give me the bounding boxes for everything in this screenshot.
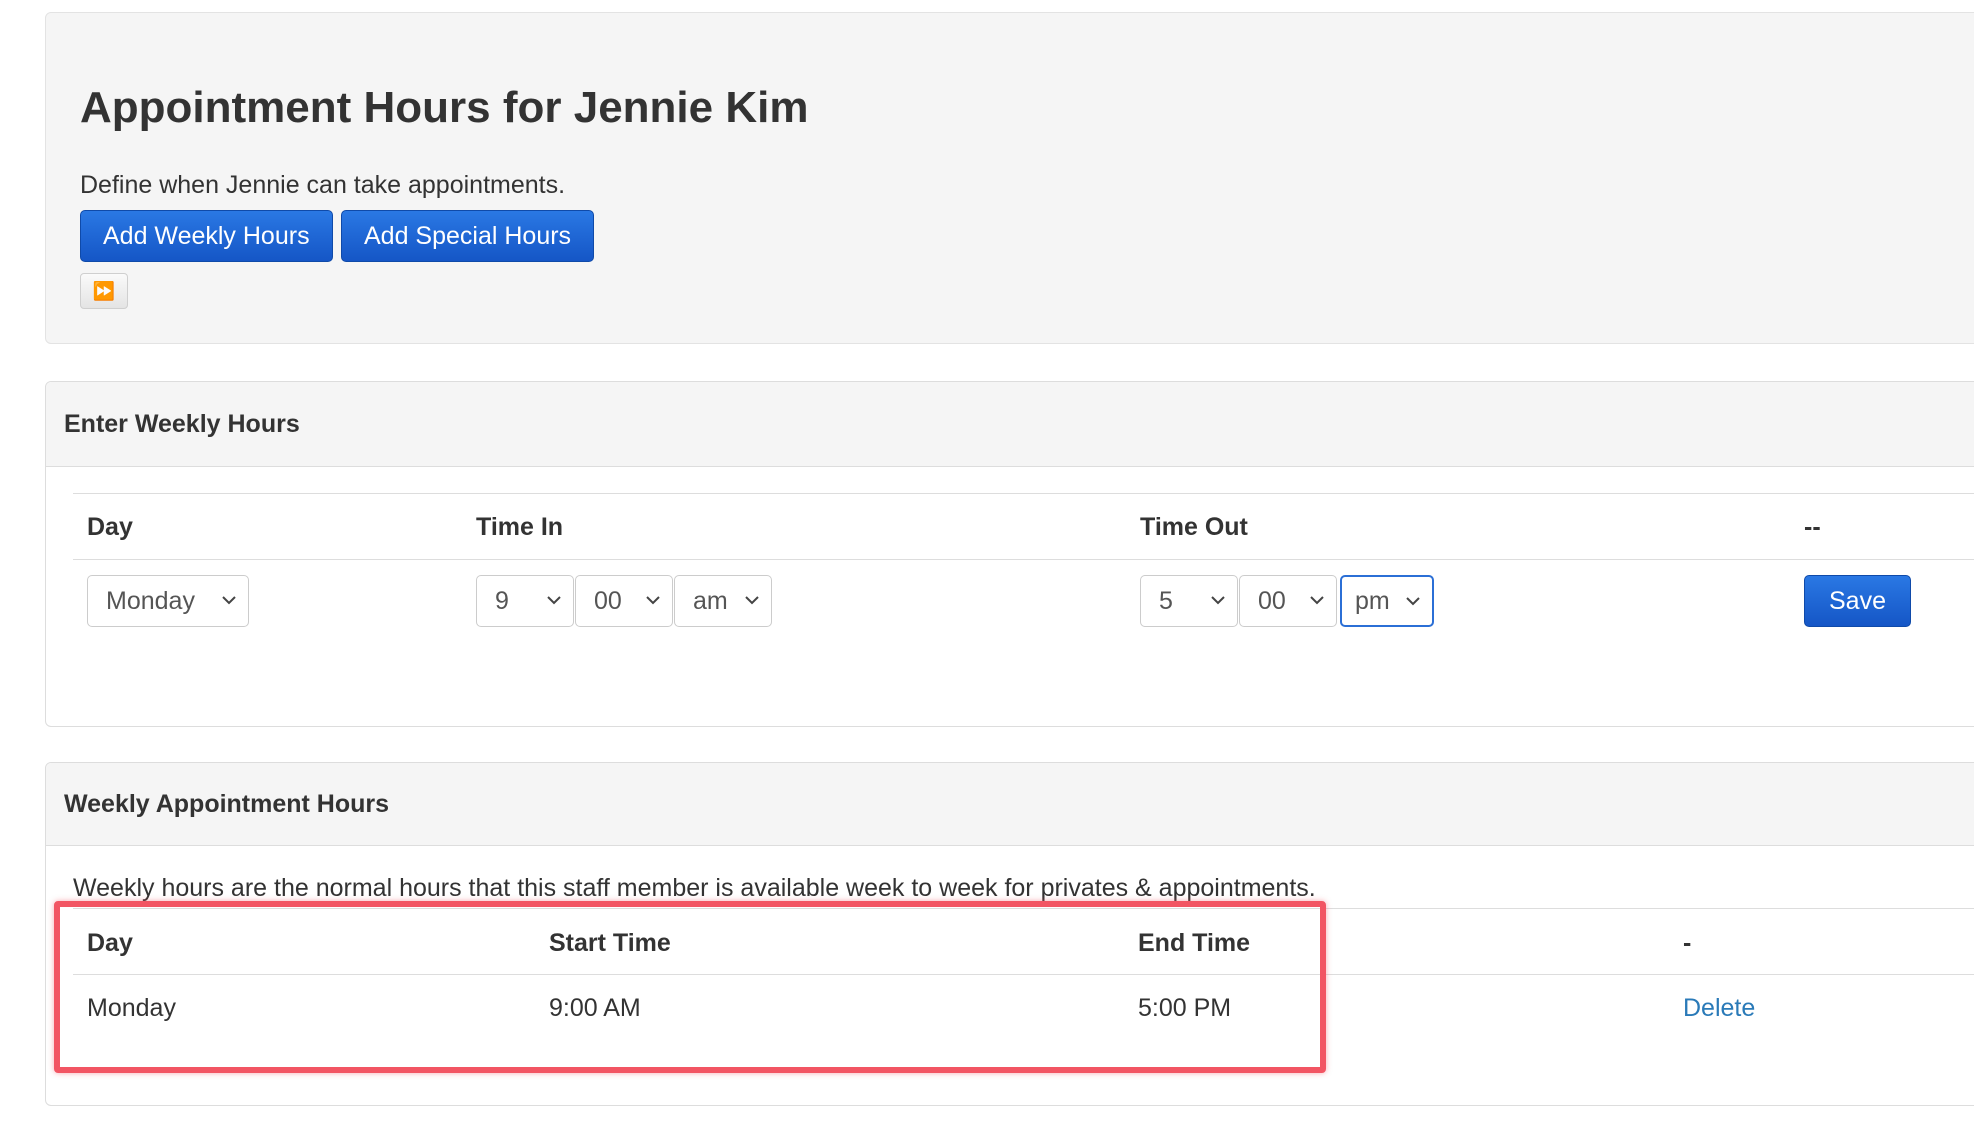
- highlight-annotation-box: [54, 901, 1326, 1073]
- chevron-down-icon: [1310, 596, 1324, 605]
- fast-forward-icon: ⏩: [92, 281, 116, 301]
- add-weekly-hours-button[interactable]: Add Weekly Hours: [80, 210, 333, 262]
- column-header-actions: -: [1683, 929, 1692, 957]
- save-button[interactable]: Save: [1804, 575, 1911, 627]
- add-special-hours-button[interactable]: Add Special Hours: [341, 210, 595, 262]
- page-subtitle: Define when Jennie can take appointments…: [80, 171, 566, 199]
- column-header-time-out: Time Out: [1140, 513, 1248, 541]
- time-out-hour-select[interactable]: 5: [1140, 575, 1238, 627]
- time-out-hour-value: 5: [1159, 587, 1173, 615]
- column-header-day: Day: [87, 513, 133, 541]
- day-select-value: Monday: [106, 587, 195, 615]
- day-select[interactable]: Monday: [87, 575, 249, 627]
- chevron-down-icon: [222, 596, 236, 605]
- enter-weekly-hours-heading: Enter Weekly Hours: [46, 382, 1974, 467]
- time-in-ampm-select[interactable]: am: [674, 575, 772, 627]
- column-header-actions: --: [1804, 513, 1821, 541]
- time-out-minute-value: 00: [1258, 587, 1286, 615]
- weekly-hours-description: Weekly hours are the normal hours that t…: [73, 874, 1316, 902]
- time-in-hour-value: 9: [495, 587, 509, 615]
- time-in-hour-select[interactable]: 9: [476, 575, 574, 627]
- divider: [73, 493, 1974, 494]
- enter-weekly-hours-panel: Enter Weekly Hours Day Time In Time Out …: [45, 381, 1974, 727]
- time-out-ampm-select[interactable]: pm: [1340, 575, 1434, 627]
- time-in-minute-select[interactable]: 00: [575, 575, 673, 627]
- chevron-down-icon: [547, 596, 561, 605]
- fast-forward-button[interactable]: ⏩: [80, 273, 128, 309]
- delete-link[interactable]: Delete: [1683, 994, 1755, 1023]
- chevron-down-icon: [1211, 596, 1225, 605]
- time-out-minute-select[interactable]: 00: [1239, 575, 1337, 627]
- chevron-down-icon: [745, 596, 759, 605]
- time-out-ampm-value: pm: [1355, 587, 1390, 615]
- header-panel: Appointment Hours for Jennie Kim Define …: [45, 12, 1974, 344]
- chevron-down-icon: [1406, 597, 1420, 606]
- time-in-minute-value: 00: [594, 587, 622, 615]
- column-header-time-in: Time In: [476, 513, 564, 541]
- page-title: Appointment Hours for Jennie Kim: [80, 83, 809, 132]
- weekly-appointment-hours-heading: Weekly Appointment Hours: [46, 763, 1974, 846]
- time-in-ampm-value: am: [693, 587, 728, 615]
- divider: [73, 559, 1974, 560]
- chevron-down-icon: [646, 596, 660, 605]
